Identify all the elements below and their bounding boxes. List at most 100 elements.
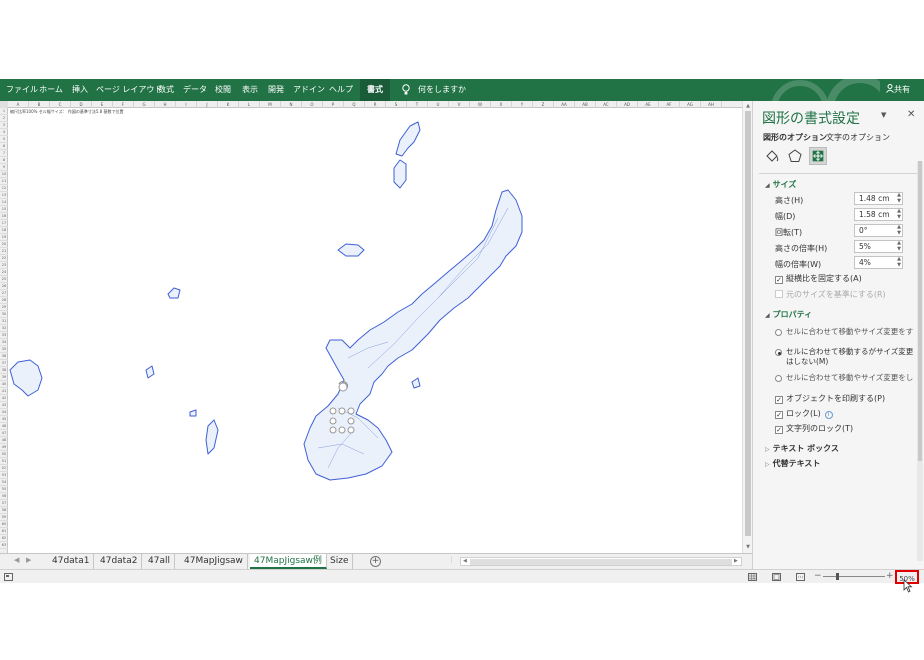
column-header[interactable]: Q <box>344 101 365 108</box>
row-header[interactable]: 34 <box>0 339 8 346</box>
row-header[interactable]: 10 <box>0 171 8 178</box>
column-header[interactable]: C <box>50 101 71 108</box>
row-header[interactable]: 63 <box>0 542 8 549</box>
row-header[interactable]: 5 <box>0 136 8 143</box>
row-header[interactable]: 22 <box>0 255 8 262</box>
pane-scrollbar[interactable] <box>917 161 923 561</box>
row-header[interactable]: 17 <box>0 220 8 227</box>
tab-review[interactable]: 校閲 <box>213 79 233 101</box>
row-header[interactable]: 9 <box>0 164 8 171</box>
properties-section-header[interactable]: ◢ プロパティ <box>765 309 812 320</box>
row-header[interactable]: 8 <box>0 157 8 164</box>
row-header[interactable]: 18 <box>0 227 8 234</box>
vertical-scroll-thumb[interactable] <box>745 111 751 536</box>
column-header[interactable]: F <box>113 101 134 108</box>
rotation-input[interactable]: 0° ▲ ▼ <box>854 224 903 237</box>
horizontal-scrollbar[interactable]: ◀ ▶ <box>460 557 742 566</box>
map-island-west-small[interactable] <box>167 287 181 299</box>
column-header[interactable]: P <box>323 101 344 108</box>
map-island-kerama[interactable] <box>189 409 197 417</box>
column-header[interactable]: R <box>365 101 386 108</box>
row-header[interactable]: 44 <box>0 409 8 416</box>
row-header[interactable]: 30 <box>0 311 8 318</box>
row-header[interactable]: 58 <box>0 507 8 514</box>
tab-help[interactable]: ヘルプ <box>329 79 353 101</box>
radio-move-not-size[interactable]: セルに合わせて移動するがサイズ変更はしない(M) <box>775 347 915 367</box>
row-header[interactable]: 27 <box>0 290 8 297</box>
row-header[interactable]: 50 <box>0 451 8 458</box>
row-header[interactable]: 31 <box>0 318 8 325</box>
column-header[interactable]: AG <box>680 101 701 108</box>
row-header[interactable]: 41 <box>0 388 8 395</box>
tab-split-handle-icon[interactable]: ⋮ <box>448 556 455 564</box>
row-header[interactable]: 13 <box>0 192 8 199</box>
row-header[interactable]: 35 <box>0 346 8 353</box>
tab-developer[interactable]: 開発 <box>266 79 286 101</box>
width-input[interactable]: 1.58 cm ▲ ▼ <box>854 208 903 221</box>
column-header[interactable]: T <box>407 101 428 108</box>
row-header[interactable]: 54 <box>0 479 8 486</box>
lock-aspect-checkbox[interactable]: ✓ 縦横比を固定する(A) <box>775 273 862 284</box>
zoom-slider-track[interactable] <box>823 576 885 577</box>
sheet-tab-size[interactable]: Size <box>326 554 354 569</box>
row-header[interactable]: 25 <box>0 276 8 283</box>
textbox-section-header[interactable]: ▷ テキスト ボックス <box>765 443 839 454</box>
sheet-tab-47data2[interactable]: 47data2 <box>96 554 143 569</box>
size-properties-icon[interactable] <box>809 147 827 165</box>
column-header[interactable]: K <box>218 101 239 108</box>
info-icon[interactable]: i <box>824 411 833 419</box>
horizontal-scroll-thumb[interactable] <box>470 559 732 565</box>
column-header[interactable]: X <box>491 101 512 108</box>
map-island-iejima[interactable] <box>337 243 365 257</box>
scale-height-input[interactable]: 5% ▲ ▼ <box>854 240 903 253</box>
tab-text-options[interactable]: 文字のオプション <box>826 132 890 143</box>
row-header[interactable]: 15 <box>0 206 8 213</box>
locked-checkbox[interactable]: ✓ ロック(L) i <box>775 408 833 419</box>
column-header[interactable]: G <box>134 101 155 108</box>
sheet-tab-47all[interactable]: 47all <box>144 554 175 569</box>
sheet-tab-47mapjigsaw[interactable]: 47MapJigsaw <box>180 554 248 569</box>
row-header[interactable]: 55 <box>0 486 8 493</box>
height-input[interactable]: 1.48 cm ▲ ▼ <box>854 192 903 205</box>
column-header[interactable]: D <box>71 101 92 108</box>
tab-shape-options[interactable]: 図形のオプション <box>763 132 827 143</box>
row-header[interactable]: 12 <box>0 185 8 192</box>
row-header[interactable]: 42 <box>0 395 8 402</box>
row-header[interactable]: 56 <box>0 493 8 500</box>
row-header[interactable]: 32 <box>0 325 8 332</box>
pane-options-chevron-icon[interactable]: ▼ <box>881 111 886 119</box>
row-header[interactable]: 47 <box>0 430 8 437</box>
close-icon[interactable]: ✕ <box>907 109 915 120</box>
column-header[interactable]: U <box>428 101 449 108</box>
zoom-out-button[interactable]: − <box>814 571 822 581</box>
radio-dont-move-size[interactable]: セルに合わせて移動やサイズ変更をしない(D) <box>775 373 915 382</box>
column-header[interactable]: J <box>197 101 218 108</box>
vertical-scrollbar[interactable]: ▲ ▼ <box>742 101 752 553</box>
row-header[interactable]: 1 <box>0 108 8 115</box>
sheet-tab-47mapjigsaw-example[interactable]: 47MapJigsaw例 <box>250 554 327 569</box>
row-header[interactable]: 7 <box>0 150 8 157</box>
column-header[interactable]: AB <box>575 101 596 108</box>
spinner-icon[interactable]: ▲ ▼ <box>897 240 901 252</box>
column-header[interactable]: V <box>449 101 470 108</box>
row-header[interactable]: 51 <box>0 458 8 465</box>
row-header[interactable]: 14 <box>0 199 8 206</box>
row-header[interactable]: 61 <box>0 528 8 535</box>
row-header[interactable]: 52 <box>0 465 8 472</box>
column-header[interactable]: S <box>386 101 407 108</box>
macro-record-icon[interactable] <box>4 573 13 581</box>
row-header[interactable]: 43 <box>0 402 8 409</box>
column-header[interactable]: N <box>281 101 302 108</box>
zoom-slider-thumb[interactable] <box>836 573 839 580</box>
column-header[interactable]: B <box>29 101 50 108</box>
map-island-tokashiki[interactable] <box>205 419 219 455</box>
radio-move-size-with-cells[interactable]: セルに合わせて移動やサイズ変更をする(S) <box>775 327 915 336</box>
map-island-iheya[interactable] <box>395 121 421 157</box>
page-break-preview-icon[interactable] <box>796 573 805 581</box>
row-header[interactable]: 23 <box>0 262 8 269</box>
scale-width-input[interactable]: 4% ▲ ▼ <box>854 256 903 269</box>
map-island-aguni[interactable] <box>145 365 155 379</box>
tab-format[interactable]: 書式 <box>360 79 390 101</box>
column-header[interactable]: W <box>470 101 491 108</box>
row-header[interactable]: 46 <box>0 423 8 430</box>
